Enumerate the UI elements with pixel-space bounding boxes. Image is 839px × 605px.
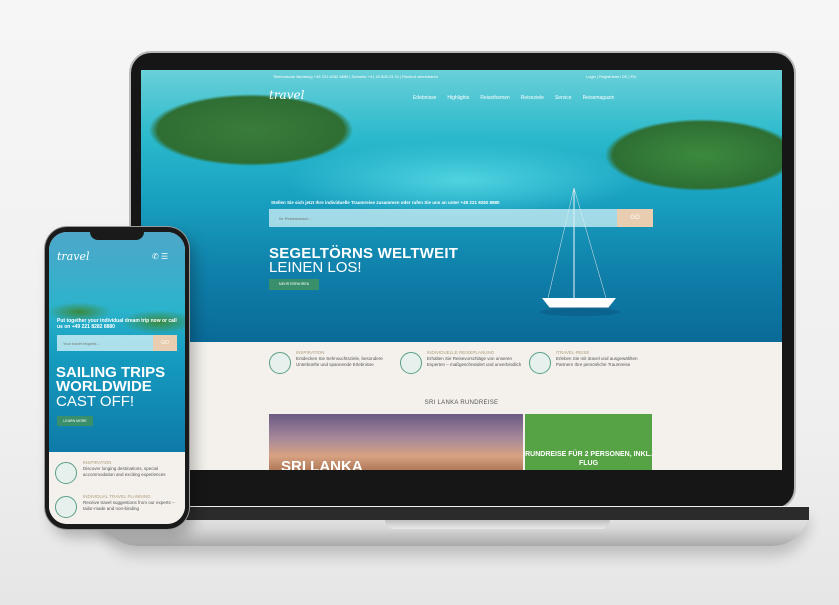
mobile-hero-subtitle: CAST OFF! [56,393,135,410]
promo-offer[interactable]: RUNDREISE FÜR 2 PERSONEN, INKL. FLUG [525,414,652,470]
mobile-tagline: Put together your individual dream trip … [57,318,177,330]
balloon-icon [529,352,551,374]
hero-subtitle: LEINEN LOS! [269,259,362,276]
learn-more-button[interactable]: MEHR ERFAHREN [269,279,319,290]
contact-info[interactable]: Telefonische Beratung +49 221 8282 8880 … [273,74,438,79]
nav-item[interactable]: Reisethemen [480,95,509,101]
phone-icon[interactable]: ✆ [152,252,159,261]
feature-text: Erleben Sie mit itravel und ausgewählten… [556,356,638,367]
mobile-hero: travel ✆ ☰ Put together your individual … [49,232,185,452]
mobile-logo[interactable]: travel [57,250,89,263]
promo-image[interactable]: SRI LANKA [269,414,523,470]
laptop-notch [385,520,610,529]
nav-item[interactable]: Service [555,95,572,101]
feature-text: Erhalten Sie Reisevorschläge von unseren… [427,356,522,367]
search-bar [269,209,653,227]
search-go-button[interactable]: GO [617,209,653,227]
hero-section: Telefonische Beratung +49 221 8282 8880 … [141,70,782,342]
feature-title: INSPIRATION [83,460,112,465]
nav-item[interactable]: Reiseziele [521,95,544,101]
feature-title: INDIVIDUELLE REISEPLANUNG [427,350,495,355]
nav-links: Erlebnisse Highlights Reisethemen Reisez… [413,95,614,101]
phone-notch [90,232,144,240]
nav-item[interactable]: Highlights [447,95,469,101]
mobile-features: INSPIRATION Discover longing destination… [49,452,185,524]
top-bar: Telefonische Beratung +49 221 8282 8880 … [141,70,782,82]
sailboat-illustration [540,187,620,316]
mobile-header-icons: ✆ ☰ [152,252,168,261]
nav-item[interactable]: Reisemagazin [583,95,615,101]
telescope-icon [269,352,291,374]
mobile-search-go-button[interactable]: GO [153,335,177,351]
menu-icon[interactable]: ☰ [161,252,168,261]
mobile-hero-title: SAILING TRIPS WORLDWIDE [56,364,166,395]
feature-text: Discover longing destinations, special a… [83,466,166,477]
section-title: SRI LANKA RUNDREISE [424,400,499,406]
logo[interactable]: travel [269,88,304,102]
feature-title: INDIVIDUAL TRAVEL PLANNING [83,494,151,499]
telescope-icon [55,462,77,484]
account-links[interactable]: Login | Registrieren DE | EN [586,74,636,79]
laptop-screen: Telefonische Beratung +49 221 8282 8880 … [141,70,782,470]
mobile-learn-more-button[interactable]: LEARN MORE [57,416,93,426]
promo-label: SRI LANKA [281,458,363,470]
mobile-search-bar [57,335,153,351]
search-input[interactable] [279,213,579,223]
feature-text: Receive travel suggestions from our expe… [83,500,175,511]
nav-item[interactable]: Erlebnisse [413,95,436,101]
laptop-chin [141,470,782,500]
planning-icon [55,496,77,518]
laptop-hinge [101,507,809,520]
feature-title: INSPIRATION [296,350,325,355]
mobile-search-input[interactable] [63,339,149,347]
feature-text: Entdecken Sie Sehnsuchtsziele, besondere… [296,356,383,367]
planning-icon [400,352,422,374]
main-nav: travel Erlebnisse Highlights Reisethemen… [141,88,782,108]
hero-tagline: Stellen Sie sich jetzt Ihre individuelle… [271,200,500,205]
phone-screen: travel ✆ ☰ Put together your individual … [49,232,185,524]
feature-title: ITRAVEL-REISE [556,350,590,355]
